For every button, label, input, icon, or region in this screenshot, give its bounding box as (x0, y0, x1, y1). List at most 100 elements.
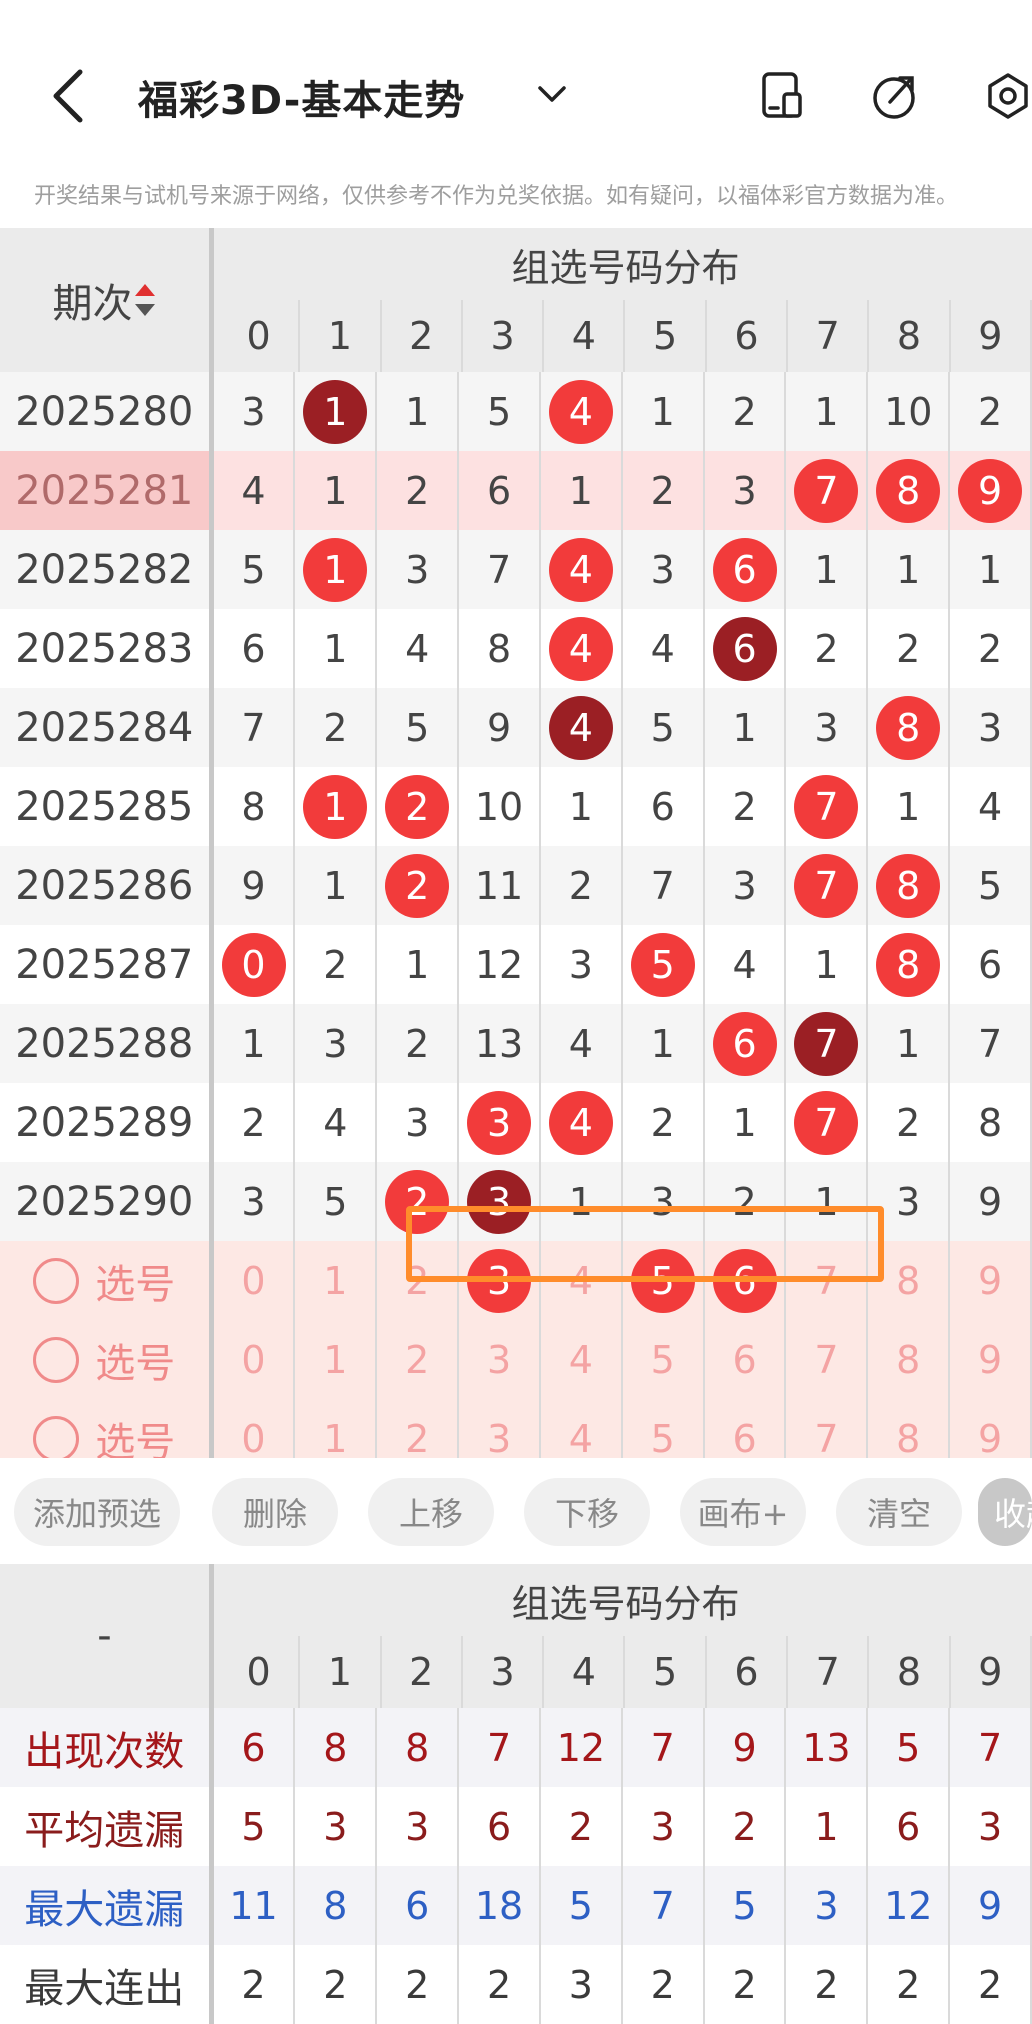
radio-circle-icon[interactable] (33, 1415, 80, 1462)
omission-value: 1 (323, 468, 348, 513)
select-number-cell[interactable]: 4 (541, 1320, 623, 1399)
selectable-number[interactable]: 2 (405, 1417, 429, 1461)
settings-icon[interactable] (984, 70, 1032, 122)
selectable-number[interactable]: 0 (241, 1338, 265, 1382)
select-number-cell[interactable]: 0 (214, 1320, 296, 1399)
number-cell: 1 (705, 1083, 787, 1162)
select-number-cell[interactable]: 9 (950, 1241, 1032, 1320)
number-cell: 1 (786, 372, 869, 451)
number-cell: 6 (950, 925, 1032, 1004)
selectable-number[interactable]: 9 (978, 1259, 1002, 1303)
selectable-number[interactable]: 4 (569, 1417, 593, 1461)
select-row-label[interactable]: 选号 (0, 1320, 214, 1399)
selectable-number[interactable]: 9 (978, 1338, 1002, 1382)
select-number-cell[interactable]: 2 (377, 1320, 460, 1399)
number-cell: 6 (214, 609, 296, 688)
select-label-text: 选号 (95, 1340, 176, 1387)
selectable-number[interactable]: 5 (651, 1338, 675, 1382)
column-header: 8 (869, 1636, 951, 1708)
select-number-cell[interactable]: 7 (786, 1320, 869, 1399)
phone-icon[interactable] (758, 70, 806, 122)
selectable-number[interactable]: 5 (651, 1417, 675, 1461)
selectable-number[interactable]: 8 (896, 1417, 920, 1461)
number-cell: 4 (623, 609, 705, 688)
toolbar-button-1[interactable]: 添加预选 (14, 1478, 180, 1546)
selectable-number[interactable]: 8 (896, 1259, 920, 1303)
selectable-number[interactable]: 6 (732, 1338, 756, 1382)
number-cell: 2 (705, 767, 787, 846)
number-cell: 4 (295, 1083, 378, 1162)
omission-value: 7 (486, 547, 512, 592)
selectable-number[interactable]: 6 (732, 1417, 756, 1461)
period-number: 2025283 (0, 609, 214, 688)
omission-value: 6 (486, 468, 512, 513)
select-number-cell[interactable]: 6 (705, 1320, 787, 1399)
omission-value: 3 (896, 1179, 921, 1224)
column-header: 9 (951, 1636, 1032, 1708)
toolbar-button-4[interactable]: 下移 (524, 1478, 650, 1546)
selection-highlight-box (406, 1206, 884, 1282)
select-number-cell[interactable]: 0 (214, 1241, 296, 1320)
number-cell: 2 (377, 1004, 460, 1083)
stats-value: 3 (950, 1787, 1032, 1866)
select-number-cell[interactable]: 1 (295, 1241, 378, 1320)
omission-value: 9 (486, 705, 512, 750)
dropdown-caret-icon[interactable] (536, 78, 568, 110)
drawn-number-ball: 5 (630, 932, 695, 997)
toolbar-button-5[interactable]: 画布+ (680, 1478, 806, 1546)
number-cell: 1 (868, 530, 951, 609)
selectable-number[interactable]: 7 (814, 1417, 838, 1461)
back-icon[interactable] (48, 66, 88, 126)
radio-circle-icon[interactable] (33, 1257, 80, 1304)
selectable-number[interactable]: 9 (978, 1417, 1002, 1461)
period-number: 2025289 (0, 1083, 214, 1162)
select-number-cell[interactable]: 1 (295, 1320, 378, 1399)
number-cell: 1 (295, 846, 378, 925)
selectable-number[interactable]: 8 (896, 1338, 920, 1382)
number-cell: 8 (868, 846, 951, 925)
omission-value: 7 (241, 705, 266, 750)
number-cell: 6 (705, 1004, 787, 1083)
toolbar-button-2[interactable]: 删除 (212, 1478, 338, 1546)
omission-value: 1 (568, 468, 593, 513)
number-cell: 2 (295, 925, 378, 1004)
omission-value: 2 (405, 468, 430, 513)
table-row: 2025284 7 2 5 9 4 5 1 3 8 3 (0, 688, 1032, 767)
number-cell: 4 (541, 609, 623, 688)
number-cell: 9 (214, 846, 296, 925)
selectable-number[interactable]: 1 (323, 1259, 347, 1303)
drawn-number-ball: 4 (548, 1090, 613, 1155)
select-number-cell[interactable]: 5 (623, 1320, 705, 1399)
stats-value: 3 (541, 1945, 623, 2024)
drawn-number-ball: 2 (385, 853, 450, 918)
selectable-number[interactable]: 3 (487, 1338, 511, 1382)
radio-circle-icon[interactable] (33, 1336, 80, 1383)
toolbar-button-7[interactable]: 收起 (978, 1478, 1032, 1546)
stats-value: 1 (786, 1787, 869, 1866)
sort-icon[interactable] (133, 280, 157, 320)
toolbar-button-6[interactable]: 清空 (836, 1478, 962, 1546)
selectable-number[interactable]: 1 (323, 1417, 347, 1461)
share-icon[interactable] (870, 70, 918, 122)
selectable-number[interactable]: 2 (405, 1338, 429, 1382)
number-cell: 1 (786, 925, 869, 1004)
omission-value: 3 (978, 705, 1003, 750)
selectable-number[interactable]: 7 (814, 1338, 838, 1382)
selectable-number[interactable]: 3 (487, 1417, 511, 1461)
selectable-number[interactable]: 0 (241, 1259, 265, 1303)
select-row-label[interactable]: 选号 (0, 1241, 214, 1320)
number-cell: 1 (377, 372, 460, 451)
number-cell: 3 (623, 530, 705, 609)
period-header[interactable]: 期次 (0, 228, 214, 372)
omission-value: 3 (405, 1100, 430, 1145)
selectable-number[interactable]: 4 (569, 1338, 593, 1382)
select-number-cell[interactable]: 3 (459, 1320, 541, 1399)
toolbar-button-3[interactable]: 上移 (368, 1478, 494, 1546)
selectable-number[interactable]: 1 (323, 1338, 347, 1382)
omission-value: 3 (650, 547, 675, 592)
select-number-cell[interactable]: 9 (950, 1320, 1032, 1399)
stats-section-title: 组选号码分布 (511, 1581, 740, 1626)
select-number-cell[interactable]: 8 (868, 1320, 951, 1399)
selectable-number[interactable]: 0 (241, 1417, 265, 1461)
omission-value: 12 (474, 942, 524, 987)
